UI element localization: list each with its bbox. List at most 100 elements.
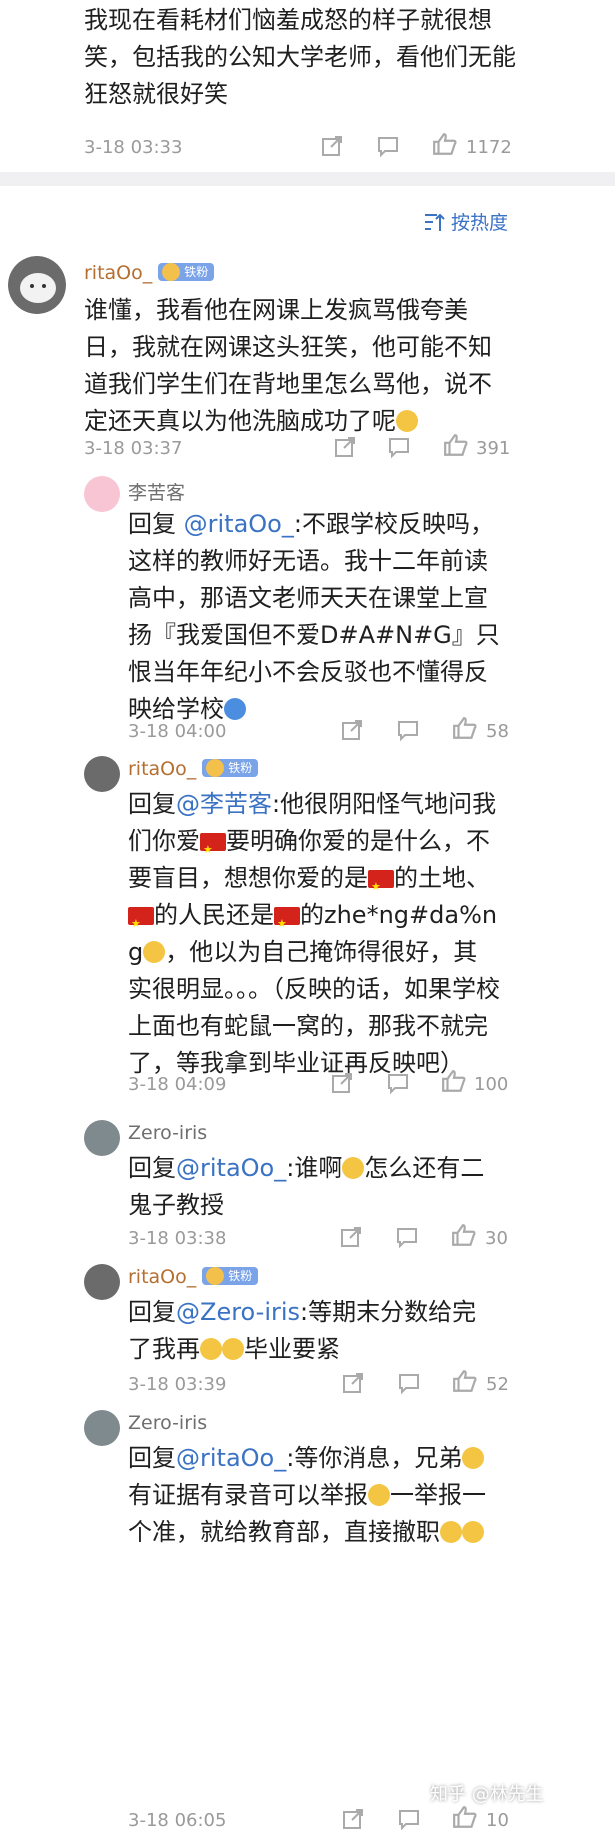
crying-emoji-icon [462, 1447, 485, 1469]
username[interactable]: Zero-iris [128, 1412, 207, 1434]
comment-icon[interactable] [376, 134, 400, 163]
avatar[interactable] [84, 1264, 120, 1300]
like-button[interactable] [452, 1804, 478, 1834]
reply-prefix: 回复 [128, 790, 176, 818]
mention-link[interactable]: @李苦客 [176, 790, 272, 818]
reply-prefix: 回复 [128, 510, 184, 538]
reply-user[interactable]: ritaOo_ 铁粉 [128, 758, 259, 780]
china-flag-icon [368, 868, 394, 905]
reply-prefix: 回复 [128, 1298, 176, 1326]
reply-body: 的人民还是 [154, 901, 274, 929]
main-comment-likes: 391 [476, 438, 511, 459]
comment-icon[interactable] [387, 435, 411, 463]
section-separator [0, 172, 615, 186]
avatar[interactable] [84, 756, 120, 792]
comment-icon[interactable] [397, 1371, 421, 1399]
reply-text: 回复@ritaOo_:谁啊 怎么还有二鬼子教授 [128, 1150, 500, 1224]
china-flag-icon [128, 905, 154, 942]
avatar[interactable] [84, 1410, 120, 1446]
reply-time: 3-18 06:05 [128, 1810, 227, 1831]
share-icon[interactable] [333, 435, 357, 463]
like-icon [453, 717, 477, 739]
avatar[interactable] [84, 476, 120, 512]
like-button[interactable] [452, 715, 478, 745]
reply-time: 3-18 03:38 [128, 1228, 227, 1249]
username[interactable]: Zero-iris [128, 1122, 207, 1144]
doge-emoji-icon [143, 941, 166, 963]
username[interactable]: ritaOo_ [128, 758, 196, 780]
share-icon[interactable] [320, 134, 344, 163]
like-button[interactable] [432, 131, 458, 161]
like-icon [453, 1806, 477, 1828]
reply-body: 有证据有录音可以举报 [128, 1481, 368, 1509]
share-icon[interactable] [330, 1071, 354, 1099]
doge-emoji-icon [396, 410, 418, 432]
like-icon [433, 133, 457, 155]
top-comment-likes: 1172 [466, 137, 512, 158]
reply-likes: 58 [486, 721, 509, 742]
crying-emoji-icon [368, 1484, 390, 1506]
comment-icon[interactable] [396, 718, 420, 746]
reply-body: ，他以为自己掩饰得很好，其实很明显。。。（反映的话，如果学校上面也有蛇鼠一窝的，… [128, 938, 500, 1077]
reply-text: 回复@ritaOo_:等你消息，兄弟有证据有录音可以举报 一举报一个准，就给教育部… [128, 1440, 500, 1551]
avatar[interactable] [84, 1120, 120, 1156]
share-icon[interactable] [340, 718, 364, 746]
avatar[interactable] [8, 256, 66, 314]
username[interactable]: 李苦客 [128, 478, 185, 505]
fan-badge-label: 铁粉 [228, 1269, 253, 1283]
like-button[interactable] [443, 432, 469, 462]
crying-emoji-icon [462, 1521, 484, 1543]
reply-text: 回复@Zero-iris:等期末分数给完了我再 毕业要紧 [128, 1294, 500, 1368]
reply-prefix: 回复 [128, 1154, 176, 1182]
reply-time: 3-18 04:00 [128, 721, 227, 742]
reply-body: 的土地、 [394, 864, 490, 892]
china-flag-icon [200, 831, 226, 868]
reply-prefix: 回复 [128, 1444, 176, 1472]
doge-emoji-icon [200, 1338, 222, 1360]
reply-likes: 100 [474, 1074, 509, 1095]
comment-icon[interactable] [386, 1071, 410, 1099]
sort-icon [425, 213, 445, 231]
top-comment-text: 我现在看耗材们恼羞成怒的样子就很想笑，包括我的公知大学老师，看他们无能狂怒就很好… [84, 6, 516, 108]
fan-badge: 铁粉 [202, 759, 259, 777]
like-icon [442, 1070, 466, 1092]
comment-user[interactable]: ritaOo_ 铁粉 [84, 262, 215, 284]
comment-icon[interactable] [397, 1807, 421, 1835]
reply-body: 毕业要紧 [244, 1335, 340, 1363]
share-icon[interactable] [341, 1807, 365, 1835]
reply-text: 回复 @ritaOo_:不跟学校反映吗，这样的教师好无语。我十二年前读高中，那语… [128, 506, 500, 728]
mention-link[interactable]: @ritaOo_ [176, 1444, 286, 1472]
reply-time: 3-18 03:39 [128, 1374, 227, 1395]
reply-time: 3-18 04:09 [128, 1074, 227, 1095]
reply-body: :不跟学校反映吗，这样的教师好无语。我十二年前读高中，那语文老师天天在课堂上宣扬… [128, 510, 500, 723]
reply-body: :谁啊 [286, 1154, 343, 1182]
share-icon[interactable] [339, 1225, 363, 1253]
main-comment-body: 谁懂，我看他在网课上发疯骂俄夸美日，我就在网课这头狂笑，他可能不知道我们学生们在… [84, 296, 492, 435]
like-button[interactable] [452, 1368, 478, 1398]
mention-link[interactable]: @ritaOo_ [184, 510, 294, 538]
username[interactable]: ritaOo_ [84, 262, 152, 284]
watermark: 知乎 @林先生 [430, 1784, 544, 1805]
reply-likes: 30 [485, 1228, 508, 1249]
speechless-emoji-icon [342, 1157, 365, 1179]
mention-link[interactable]: @ritaOo_ [176, 1154, 286, 1182]
reply-likes: 52 [486, 1374, 509, 1395]
reply-body: :等你消息，兄弟 [286, 1444, 463, 1472]
sort-button[interactable]: 按热度 [423, 208, 508, 235]
fan-badge: 铁粉 [158, 263, 215, 281]
doge-emoji-icon [222, 1338, 244, 1360]
comment-icon[interactable] [395, 1225, 419, 1253]
mention-link[interactable]: @Zero-iris [176, 1298, 300, 1326]
top-comment-time: 3-18 03:33 [84, 137, 183, 158]
like-button[interactable] [451, 1222, 477, 1252]
reply-text: 回复@李苦客:他很阴阳怪气地问我们你爱要明确你爱的是什么，不要盲目，想想你爱的是… [128, 786, 500, 1082]
sort-label: 按热度 [451, 212, 509, 234]
reply-user[interactable]: ritaOo_ 铁粉 [128, 1266, 259, 1288]
like-icon [453, 1370, 477, 1392]
share-icon[interactable] [341, 1371, 365, 1399]
username[interactable]: ritaOo_ [128, 1266, 196, 1288]
shark-emoji-icon [224, 698, 246, 720]
fan-badge-label: 铁粉 [228, 761, 253, 775]
fan-badge: 铁粉 [202, 1267, 259, 1285]
like-button[interactable] [441, 1068, 467, 1098]
